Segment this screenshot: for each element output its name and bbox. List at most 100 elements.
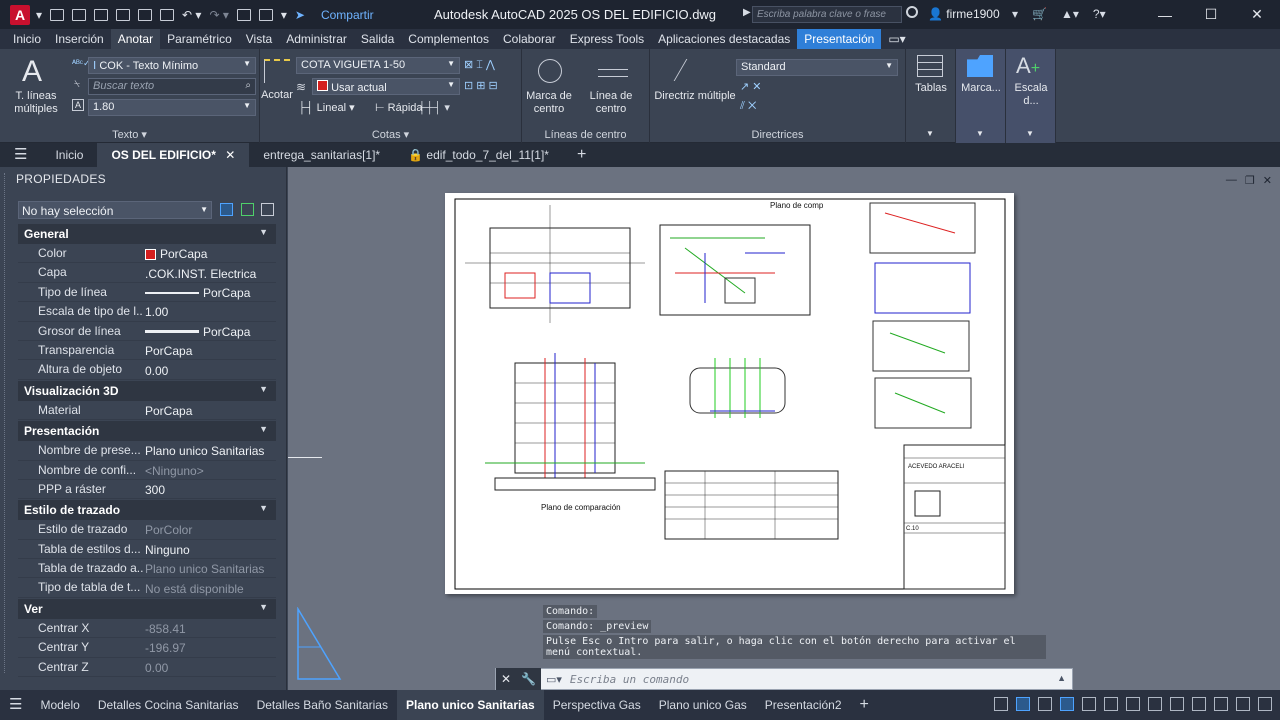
quick-select-icon[interactable] [261, 203, 274, 216]
close-icon[interactable]: ✕ [1234, 0, 1280, 29]
menu-hamburger-icon[interactable]: ☰ [0, 690, 31, 720]
save-as-icon[interactable] [116, 8, 131, 21]
customize-menu-icon[interactable] [1258, 697, 1272, 711]
tables-button[interactable]: Tablas [906, 82, 956, 95]
tab-salida[interactable]: Salida [354, 29, 401, 49]
add-icon[interactable] [1170, 697, 1184, 711]
upload-icon[interactable] [138, 8, 153, 21]
prop-value[interactable]: Plano unico Sanitarias [143, 559, 276, 577]
close-icon[interactable]: ✕ [225, 148, 235, 162]
print-icon[interactable] [160, 8, 175, 21]
prop-row[interactable]: Material PorCapa [18, 401, 276, 421]
doc-tab-active[interactable]: OS DEL EDIFICIO* ✕ [97, 143, 250, 167]
hardware-accel-icon[interactable] [1214, 697, 1228, 711]
layout-tab-modelo[interactable]: Modelo [31, 690, 88, 720]
prop-row[interactable]: Centrar Y -196.97 [18, 638, 276, 658]
select-objects-icon[interactable] [241, 203, 254, 216]
text-height-icon[interactable]: A [72, 99, 84, 111]
prop-value[interactable]: Ninguno [143, 540, 276, 558]
palette-grip[interactable] [4, 173, 7, 673]
chevron-down-icon[interactable]: ▼ [976, 129, 984, 138]
tab-vista[interactable]: Vista [239, 29, 279, 49]
dim-layers-icon[interactable]: ≋ [296, 80, 306, 94]
tab-complementos[interactable]: Complementos [401, 29, 496, 49]
account-triangle-icon[interactable]: ▲▾ [1061, 7, 1079, 21]
annotation-scale-icon[interactable] [1126, 697, 1140, 711]
undo-icon[interactable]: ↶ ▾ [182, 8, 201, 22]
dim-style-combo[interactable]: COTA VIGUETA 1-50 ▼ [296, 57, 460, 74]
prop-row[interactable]: Tabla de estilos d... Ninguno [18, 540, 276, 560]
section-general[interactable]: General ▼ [18, 224, 276, 244]
object-snap-icon[interactable] [1104, 697, 1118, 711]
prop-value[interactable]: PorCapa [143, 322, 276, 340]
section-ver[interactable]: Ver ▼ [18, 598, 276, 619]
chevron-down-icon[interactable]: ▼ [926, 129, 934, 138]
dropdown-chevron-icon[interactable]: ▾ [1012, 7, 1018, 21]
linear-dim-button[interactable]: ├┤ Lineal ▾ [298, 101, 355, 114]
prop-value[interactable]: PorCapa [143, 283, 276, 301]
find-text-input[interactable]: Buscar texto ⌕ [88, 78, 256, 95]
share-view-icon[interactable] [236, 8, 251, 21]
ortho-icon[interactable] [1038, 697, 1052, 711]
prop-value[interactable]: 0.00 [143, 360, 276, 378]
prop-row[interactable]: Tabla de trazado a... Plano unico Sanitar… [18, 559, 276, 579]
layout-tab-perspectiva-gas[interactable]: Perspectiva Gas [544, 690, 650, 720]
layout-tab-plano-unico-gas[interactable]: Plano unico Gas [650, 690, 756, 720]
menu-hamburger-icon[interactable]: ☰ [0, 143, 41, 167]
scale-button[interactable]: Escala d... [1006, 82, 1056, 108]
quick-dim-button[interactable]: ⊢ Rápida [375, 101, 423, 114]
help-search-input[interactable]: Escriba palabra clave o frase [752, 6, 902, 23]
centerline-icon[interactable] [598, 69, 628, 77]
tab-presentacion[interactable]: Presentación [797, 29, 882, 49]
prop-row[interactable]: Centrar Z 0.00 [18, 658, 276, 678]
viewport-restore-icon[interactable]: ❐ [1245, 174, 1255, 187]
panel-title-texto[interactable]: Texto ▾ [0, 128, 259, 141]
prop-value[interactable]: PorColor [143, 520, 276, 538]
autocad-logo-icon[interactable]: A [10, 4, 30, 25]
share-icon[interactable]: ➤ [295, 8, 305, 22]
prop-value[interactable]: 1.00 [143, 302, 276, 320]
dim-tools-icon[interactable]: ⊠ ⌶ ⋀ [464, 58, 495, 72]
dim-layer-combo[interactable]: Usar actual ▼ [312, 78, 460, 95]
doc-tab-entrega[interactable]: entrega_sanitarias[1]* [249, 143, 394, 167]
text-height-combo[interactable]: 1.80 ▼ [88, 99, 256, 116]
centerline-button[interactable]: Línea de centro [574, 90, 648, 116]
open-folder-icon[interactable] [72, 8, 87, 21]
command-prompt-icon[interactable]: ▭▾ [541, 673, 562, 686]
clean-screen-icon[interactable] [1236, 697, 1250, 711]
layout-sheet[interactable]: Plano de comp Plano de comparación ACEVE… [445, 193, 1014, 594]
user-account[interactable]: 👤 firme1900 [928, 7, 1000, 21]
redo-icon[interactable]: ↷ ▾ [209, 8, 228, 22]
ribbon-minimize-toggle[interactable]: ▭▾ [881, 29, 912, 49]
chevron-right-icon[interactable]: ▶ [743, 7, 751, 18]
prop-value[interactable]: PorCapa [143, 244, 276, 262]
minimize-icon[interactable]: — [1142, 0, 1188, 29]
dimension-button[interactable]: Acotar [260, 89, 294, 102]
chevron-down-icon[interactable]: ▼ [1026, 129, 1034, 138]
cart-icon[interactable]: 🛒 [1032, 7, 1047, 21]
tab-inicio[interactable]: Inicio [6, 29, 48, 49]
prop-row[interactable]: Color PorCapa [18, 244, 276, 264]
prop-row[interactable]: Nombre de prese... Plano unico Sanitarias [18, 441, 276, 461]
search-icon[interactable] [906, 6, 918, 18]
center-mark-icon[interactable] [538, 59, 562, 83]
dim-tools-icon-2[interactable]: ⊡ ⊞ ⊟ [464, 79, 498, 92]
help-icon[interactable]: ?▾ [1093, 7, 1106, 21]
share-button[interactable]: Compartir [321, 8, 374, 22]
layout-tab-bano[interactable]: Detalles Baño Sanitarias [248, 690, 397, 720]
prop-value[interactable]: <Ninguno> [143, 461, 276, 479]
table-icon[interactable] [917, 55, 943, 77]
prop-row[interactable]: Capa .COK.INST. Electrica [18, 263, 276, 283]
lineweight-icon[interactable] [1082, 697, 1096, 711]
prop-value[interactable]: No está disponible [143, 578, 276, 596]
prop-row[interactable]: Transparencia PorCapa [18, 341, 276, 361]
dimension-icon[interactable] [264, 59, 290, 83]
section-presentacion[interactable]: Presentación ▼ [18, 421, 276, 442]
close-icon[interactable]: ✕ [501, 672, 511, 686]
markup-icon[interactable] [967, 55, 993, 77]
matchprop-icon[interactable] [258, 8, 273, 21]
text-style-combo[interactable]: Ⅰ COK - Texto Mínimo ▼ [88, 57, 256, 74]
tab-administrar[interactable]: Administrar [279, 29, 354, 49]
align-leader-icon[interactable]: ⫽ ✕ [740, 100, 756, 113]
model-paper-icon[interactable] [994, 697, 1008, 711]
